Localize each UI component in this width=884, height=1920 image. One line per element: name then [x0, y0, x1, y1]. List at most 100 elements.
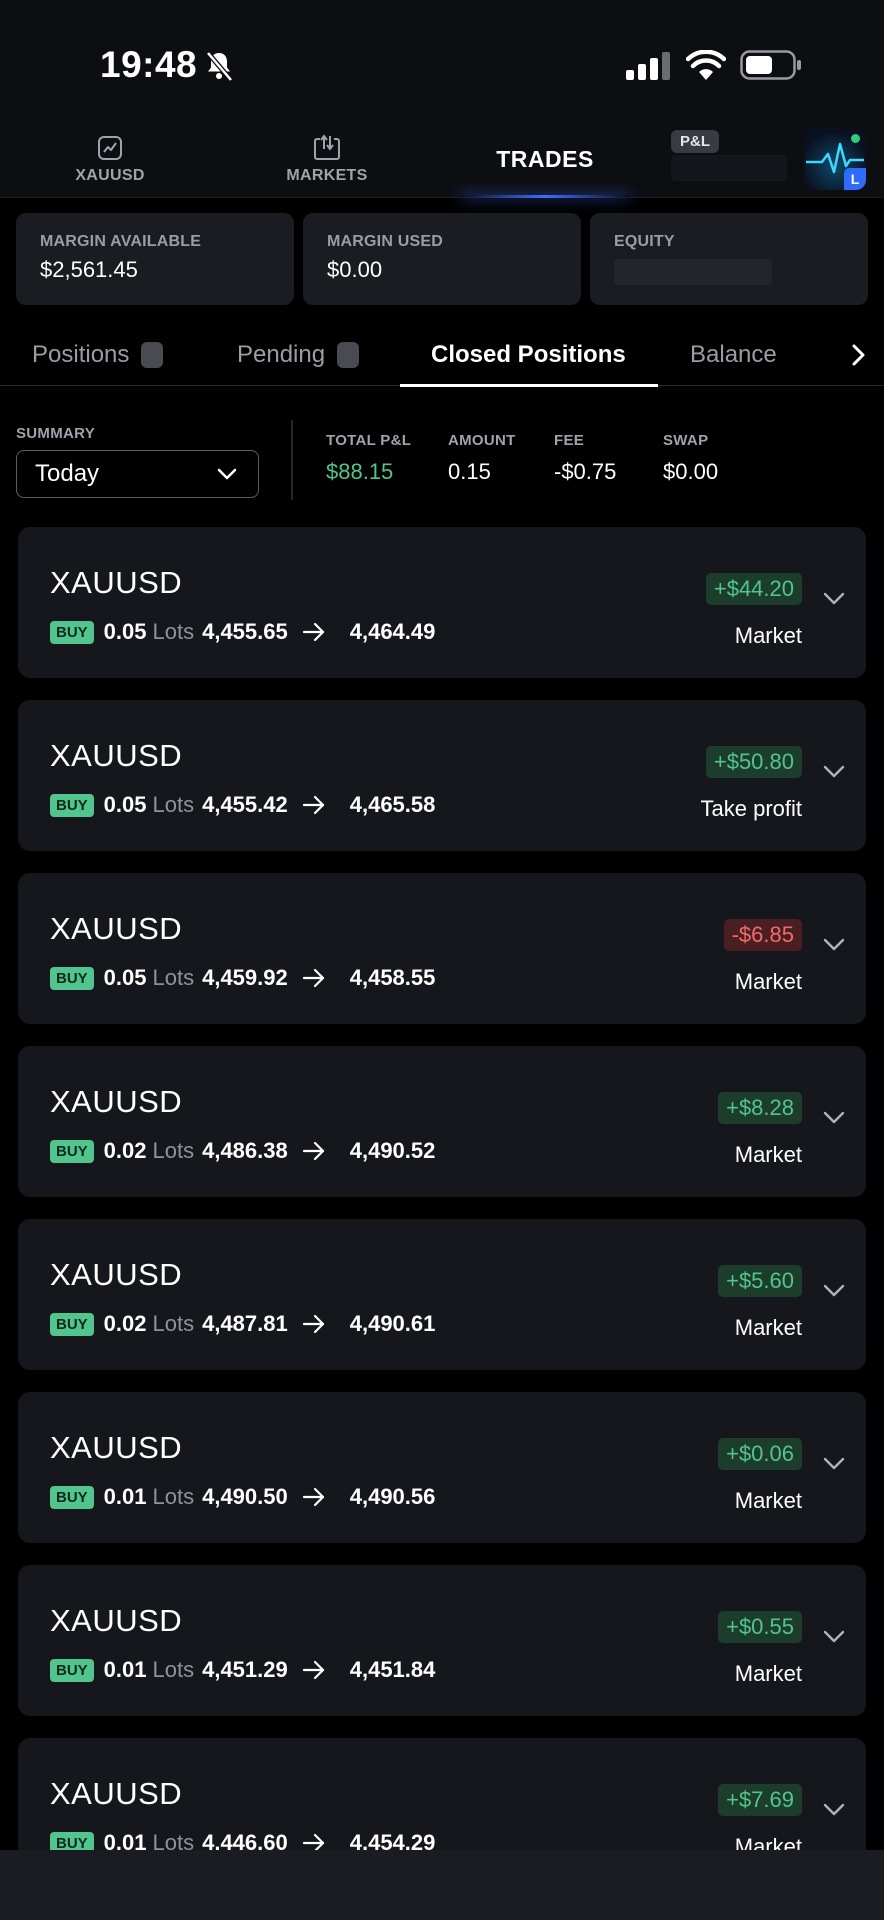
- nav-tab-markets[interactable]: MARKETS: [270, 120, 384, 198]
- summary-period-value: Today: [35, 460, 100, 487]
- swap-stat: SWAP $0.00: [663, 432, 718, 485]
- position-details: BUY 0.05 Lots 4,455.42 4,465.58: [50, 792, 435, 818]
- position-close-price: 4,490.56: [349, 1484, 436, 1509]
- arrow-right-icon: [302, 1487, 324, 1507]
- nav-tab-symbol-label: XAUUSD: [75, 167, 145, 184]
- position-symbol: XAUUSD: [50, 911, 183, 946]
- position-symbol: XAUUSD: [50, 1776, 183, 1811]
- closed-position-card[interactable]: XAUUSD BUY 0.01 Lots 4,451.29 4,451.84 +…: [18, 1565, 866, 1716]
- equity-card: EQUITY: [590, 213, 868, 305]
- chevron-down-icon[interactable]: [822, 1283, 846, 1299]
- position-symbol: XAUUSD: [50, 1257, 183, 1292]
- arrow-right-icon: [302, 968, 324, 988]
- position-symbol: XAUUSD: [50, 738, 183, 773]
- closed-position-card[interactable]: XAUUSD BUY 0.05 Lots 4,455.42 4,465.58 +…: [18, 700, 866, 851]
- nav-tab-symbol[interactable]: XAUUSD: [56, 120, 164, 198]
- closed-position-card[interactable]: XAUUSD BUY 0.02 Lots 4,487.81 4,490.61 +…: [18, 1219, 866, 1370]
- status-bar: 19:48: [0, 0, 884, 120]
- position-lots-label: Lots: [152, 1311, 195, 1336]
- chevron-down-icon[interactable]: [822, 1629, 846, 1645]
- position-lots: 0.05: [103, 619, 147, 644]
- cellular-signal-icon: [626, 52, 670, 80]
- arrow-right-icon: [302, 1141, 324, 1161]
- arrow-right-icon: [302, 622, 324, 642]
- chevron-down-icon[interactable]: [822, 764, 846, 780]
- margin-used-value: $0.00: [327, 257, 383, 282]
- chevron-down-icon[interactable]: [822, 1110, 846, 1126]
- bell-muted-icon: [206, 51, 233, 82]
- nav-tab-markets-label: MARKETS: [286, 167, 368, 184]
- position-lots: 0.02: [103, 1138, 147, 1163]
- position-side-badge: BUY: [50, 966, 94, 990]
- arrow-right-icon: [302, 795, 324, 815]
- closed-position-card[interactable]: XAUUSD BUY 0.05 Lots 4,455.65 4,464.49 +…: [18, 527, 866, 678]
- position-lots-label: Lots: [152, 965, 195, 990]
- equity-value-placeholder: [614, 259, 772, 285]
- bottom-bar: [0, 1850, 884, 1920]
- tab-closed-positions-label: Closed Positions: [431, 341, 626, 368]
- closed-position-card[interactable]: XAUUSD BUY 0.02 Lots 4,486.38 4,490.52 +…: [18, 1046, 866, 1197]
- position-side-badge: BUY: [50, 1312, 94, 1336]
- chevron-down-icon[interactable]: [822, 591, 846, 607]
- pnl-badge[interactable]: P&L: [671, 130, 719, 153]
- position-open-price: 4,451.29: [202, 1657, 288, 1682]
- tab-closed-positions[interactable]: Closed Positions: [431, 324, 626, 386]
- tab-positions[interactable]: Positions: [32, 324, 164, 386]
- arrow-right-icon: [302, 1833, 324, 1850]
- position-close-price: 4,458.55: [349, 965, 436, 990]
- position-close-price: 4,490.61: [349, 1311, 436, 1336]
- position-pnl: +$7.69: [718, 1784, 802, 1816]
- account-summary-cards: MARGIN AVAILABLE $2,561.45 MARGIN USED $…: [16, 213, 868, 305]
- active-tab-indicator: [460, 195, 630, 198]
- position-open-price: 4,487.81: [202, 1311, 288, 1336]
- position-pnl: +$50.80: [705, 746, 802, 778]
- position-close-reason: Market: [734, 1834, 802, 1850]
- closed-position-card[interactable]: XAUUSD BUY 0.01 Lots 4,446.60 4,454.29 +…: [18, 1738, 866, 1850]
- amount-value: 0.15: [448, 459, 491, 484]
- position-lots-label: Lots: [152, 1138, 195, 1163]
- position-side-badge: BUY: [50, 1485, 94, 1509]
- position-lots-label: Lots: [152, 1484, 195, 1509]
- chevron-down-icon[interactable]: [822, 937, 846, 953]
- position-pnl: +$8.28: [718, 1092, 802, 1124]
- summary-label: SUMMARY: [16, 425, 96, 442]
- margin-used-card: MARGIN USED $0.00: [303, 213, 581, 305]
- position-lots: 0.01: [103, 1484, 147, 1509]
- status-time: 19:48: [100, 44, 198, 85]
- amount-stat: AMOUNT 0.15: [448, 432, 516, 485]
- positions-tabs: Positions Pending Closed Positions Balan…: [0, 324, 884, 387]
- chevron-down-icon[interactable]: [822, 1456, 846, 1472]
- position-details: BUY 0.02 Lots 4,487.81 4,490.61: [50, 1311, 435, 1337]
- position-open-price: 4,490.50: [202, 1484, 288, 1509]
- nav-tab-trades[interactable]: TRADES: [440, 120, 650, 198]
- position-side-badge: BUY: [50, 620, 94, 644]
- position-open-price: 4,455.42: [202, 792, 288, 817]
- chevron-right-icon[interactable]: [846, 340, 870, 370]
- amount-label: AMOUNT: [448, 432, 516, 449]
- position-side-badge: BUY: [50, 1831, 94, 1850]
- chart-icon: [98, 136, 122, 160]
- position-pnl: +$0.06: [718, 1438, 802, 1470]
- position-details: BUY 0.05 Lots 4,455.65 4,464.49: [50, 619, 435, 645]
- summary-period-select[interactable]: Today: [16, 450, 259, 498]
- position-side-badge: BUY: [50, 1658, 94, 1682]
- position-close-reason: Market: [734, 1488, 802, 1513]
- position-close-reason: Market: [734, 1142, 802, 1167]
- markets-exchange-icon: [314, 134, 340, 160]
- margin-available-title: MARGIN AVAILABLE: [40, 233, 202, 250]
- tab-pending[interactable]: Pending: [237, 324, 360, 386]
- closed-position-card[interactable]: XAUUSD BUY 0.01 Lots 4,490.50 4,490.56 +…: [18, 1392, 866, 1543]
- position-pnl: +$0.55: [718, 1611, 802, 1643]
- fee-label: FEE: [554, 432, 585, 449]
- closed-positions-list: XAUUSD BUY 0.05 Lots 4,455.65 4,464.49 +…: [18, 527, 866, 1850]
- account-avatar[interactable]: L: [804, 128, 866, 190]
- swap-value: $0.00: [663, 459, 719, 484]
- position-close-price: 4,464.49: [349, 619, 436, 644]
- closed-position-card[interactable]: XAUUSD BUY 0.05 Lots 4,459.92 4,458.55 -…: [18, 873, 866, 1024]
- arrow-right-icon: [302, 1314, 324, 1334]
- position-symbol: XAUUSD: [50, 1603, 183, 1638]
- tab-pending-label: Pending: [237, 341, 326, 368]
- chevron-down-icon[interactable]: [822, 1802, 846, 1818]
- tab-balance[interactable]: Balance: [690, 324, 777, 386]
- account-type-badge: L: [844, 168, 866, 190]
